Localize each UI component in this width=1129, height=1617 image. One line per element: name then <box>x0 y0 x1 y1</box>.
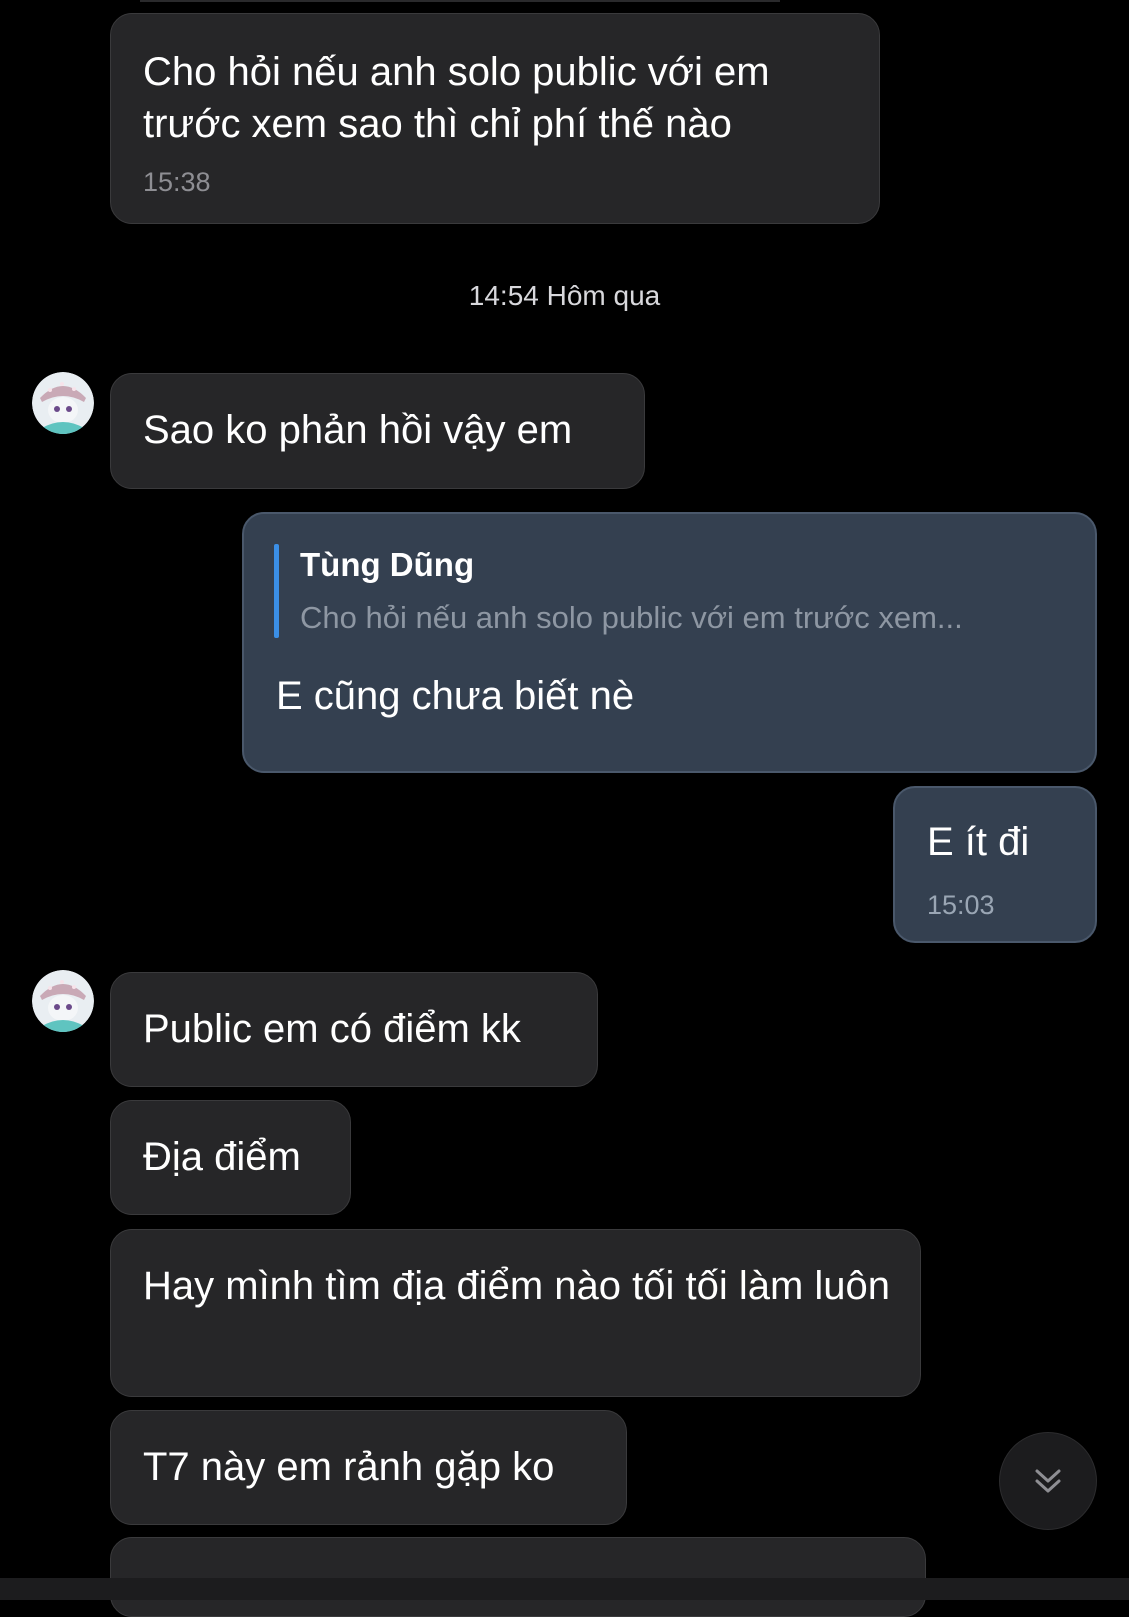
avatar-image <box>32 372 94 434</box>
message-bubble-outgoing[interactable]: E ít đi 15:03 <box>893 786 1097 943</box>
scroll-to-bottom-button[interactable] <box>999 1432 1097 1530</box>
message-bubble-incoming[interactable]: T7 này em rảnh gặp ko <box>110 1410 627 1525</box>
avatar[interactable] <box>32 970 94 1032</box>
message-text-line: trước xem sao thì chỉ phí thế nào <box>143 102 732 146</box>
message-bubble-incoming[interactable]: Địa điểm <box>110 1100 351 1215</box>
message-text: E ít đi <box>927 820 1030 864</box>
message-text: Sao ko phản hồi vậy em <box>143 408 573 452</box>
previous-bubble-edge <box>140 0 780 2</box>
reply-accent-bar <box>274 544 279 638</box>
message-text: E cũng chưa biết nè <box>276 674 635 718</box>
message-bubble-incoming-partial[interactable] <box>110 1537 926 1617</box>
avatar-image <box>32 970 94 1032</box>
date-separator: 14:54 Hôm qua <box>468 280 661 311</box>
reply-quote-snippet[interactable]: Cho hỏi nếu anh solo public với em trước… <box>300 600 963 636</box>
message-text-line: Cho hỏi nếu anh solo public với em <box>143 50 770 94</box>
message-bubble-incoming[interactable]: Cho hỏi nếu anh solo public với em trước… <box>110 13 880 224</box>
bottom-bar <box>0 1578 1129 1600</box>
message-text: Địa điểm <box>143 1135 301 1179</box>
message-text: Hay mình tìm địa điểm nào tối tối làm lu… <box>143 1264 891 1308</box>
avatar[interactable] <box>32 372 94 434</box>
double-chevron-down-icon <box>1035 1469 1061 1493</box>
message-timestamp: 15:38 <box>143 167 211 197</box>
reply-quote-name[interactable]: Tùng Dũng <box>300 546 474 584</box>
message-text: Public em có điểm kk <box>143 1007 521 1051</box>
message-bubble-outgoing-reply[interactable]: Tùng Dũng Cho hỏi nếu anh solo public vớ… <box>242 512 1097 773</box>
message-bubble-incoming[interactable]: Hay mình tìm địa điểm nào tối tối làm lu… <box>110 1229 921 1397</box>
message-bubble-incoming[interactable]: Sao ko phản hồi vậy em <box>110 373 645 489</box>
message-bubble-incoming[interactable]: Public em có điểm kk <box>110 972 598 1087</box>
message-text: T7 này em rảnh gặp ko <box>143 1445 555 1489</box>
message-timestamp: 15:03 <box>927 890 995 920</box>
